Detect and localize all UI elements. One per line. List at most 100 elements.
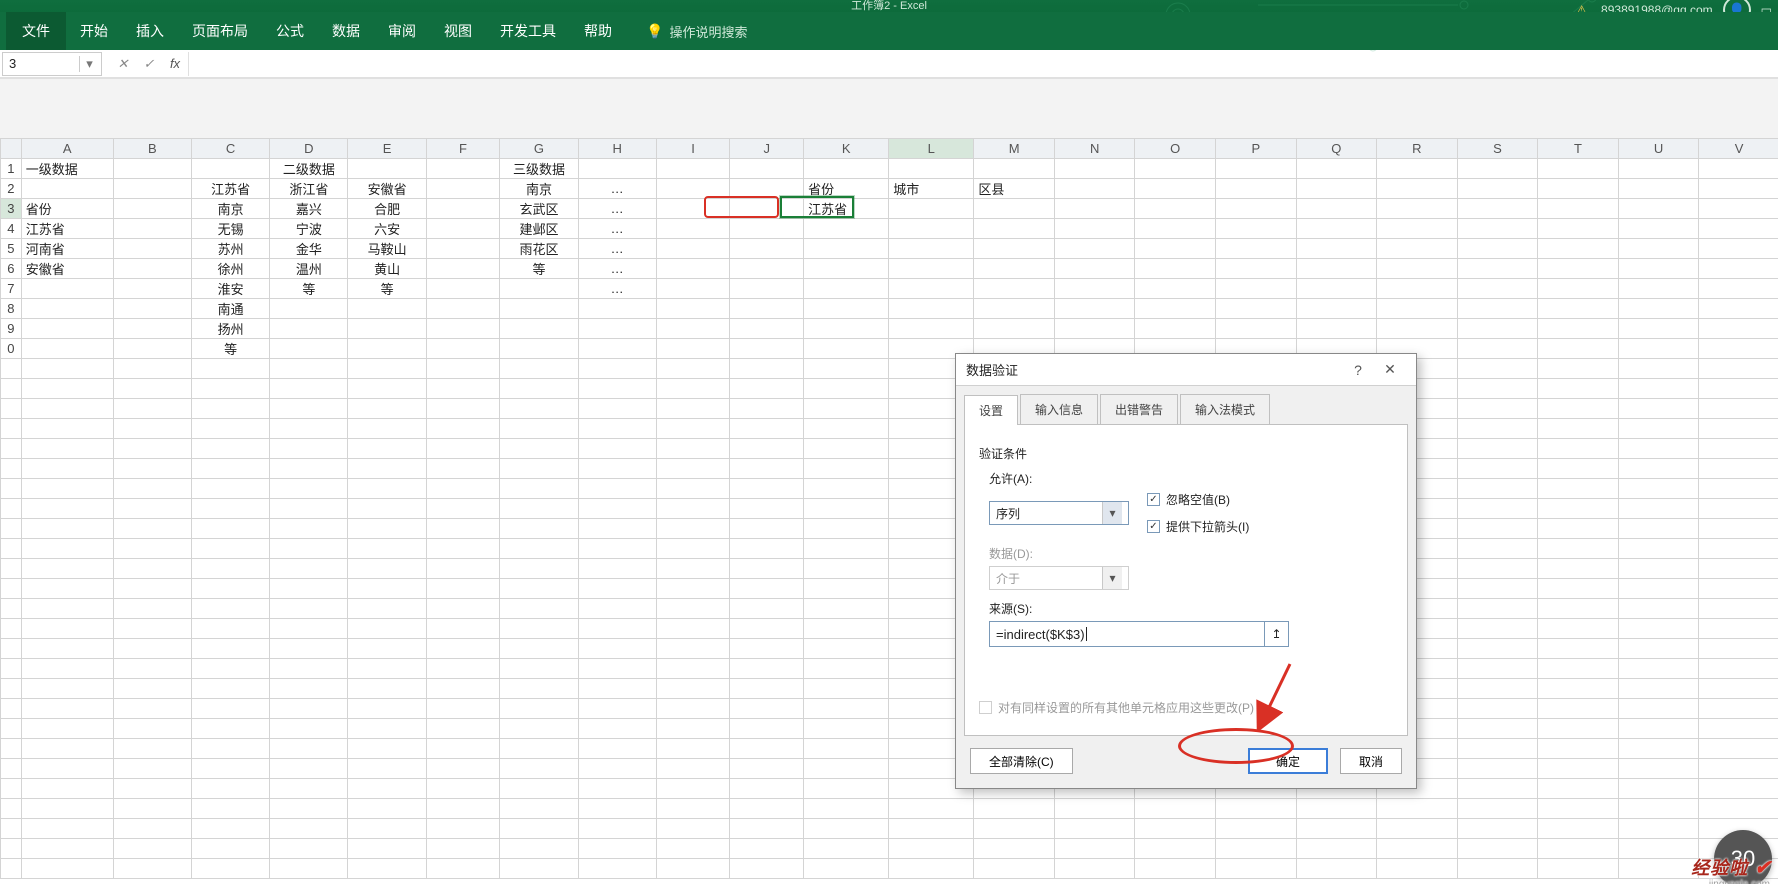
cell-V33[interactable] [1699,799,1778,819]
cell-A3[interactable]: 省份 [21,199,113,219]
cell-I5[interactable] [656,239,730,259]
cell-D36[interactable] [270,859,348,879]
cell-T31[interactable] [1538,759,1619,779]
cell-T21[interactable] [1538,559,1619,579]
row-header-4[interactable]: 4 [1,219,22,239]
cell-T14[interactable] [1538,419,1619,439]
cell-I31[interactable] [656,759,730,779]
cell-S3[interactable] [1457,199,1538,219]
cell-D20[interactable] [270,539,348,559]
cell-S21[interactable] [1457,559,1538,579]
cell-M4[interactable] [974,219,1055,239]
cell-U30[interactable] [1618,739,1699,759]
cell-F2[interactable] [426,179,500,199]
row-header-21[interactable] [1,559,22,579]
cell-H34[interactable] [578,819,656,839]
cell-G26[interactable] [500,659,578,679]
cell-J14[interactable] [730,419,804,439]
column-header-J[interactable]: J [730,139,804,159]
cell-E32[interactable] [348,779,426,799]
cell-R34[interactable] [1377,819,1458,839]
cell-J31[interactable] [730,759,804,779]
cell-H4[interactable]: … [578,219,656,239]
cell-M36[interactable] [974,859,1055,879]
tell-me-group[interactable]: 💡 操作说明搜索 [646,22,747,41]
cell-E7[interactable]: 等 [348,279,426,299]
cell-U8[interactable] [1618,299,1699,319]
tab-insert[interactable]: 插入 [122,12,178,50]
cell-I4[interactable] [656,219,730,239]
cell-I13[interactable] [656,399,730,419]
range-picker-button[interactable]: ↥ [1265,621,1289,647]
cell-A25[interactable] [21,639,113,659]
cell-N35[interactable] [1054,839,1135,859]
tab-file[interactable]: 文件 [6,12,66,50]
cell-C5[interactable]: 苏州 [191,239,269,259]
cell-H6[interactable]: … [578,259,656,279]
row-header-25[interactable] [1,639,22,659]
cell-V18[interactable] [1699,499,1778,519]
cell-J11[interactable] [730,359,804,379]
cell-I33[interactable] [656,799,730,819]
cell-G34[interactable] [500,819,578,839]
cell-A26[interactable] [21,659,113,679]
cell-E27[interactable] [348,679,426,699]
cell-J34[interactable] [730,819,804,839]
cell-V30[interactable] [1699,739,1778,759]
cell-S12[interactable] [1457,379,1538,399]
cell-Q9[interactable] [1296,319,1377,339]
row-header-5[interactable]: 5 [1,239,22,259]
cell-K14[interactable] [804,419,889,439]
cell-B31[interactable] [113,759,191,779]
cell-I26[interactable] [656,659,730,679]
cell-D25[interactable] [270,639,348,659]
cell-V16[interactable] [1699,459,1778,479]
cell-U33[interactable] [1618,799,1699,819]
column-header-G[interactable]: G [500,139,578,159]
row-header-32[interactable] [1,779,22,799]
cell-H10[interactable] [578,339,656,359]
cell-H30[interactable] [578,739,656,759]
tab-page-layout[interactable]: 页面布局 [178,12,262,50]
cell-T11[interactable] [1538,359,1619,379]
cell-A12[interactable] [21,379,113,399]
cell-B24[interactable] [113,619,191,639]
cell-S33[interactable] [1457,799,1538,819]
cell-T29[interactable] [1538,719,1619,739]
cell-Q4[interactable] [1296,219,1377,239]
cell-I29[interactable] [656,719,730,739]
cell-L7[interactable] [889,279,974,299]
cell-U29[interactable] [1618,719,1699,739]
cell-D26[interactable] [270,659,348,679]
cell-N3[interactable] [1054,199,1135,219]
cell-E16[interactable] [348,459,426,479]
cell-D7[interactable]: 等 [270,279,348,299]
cell-K29[interactable] [804,719,889,739]
cell-K26[interactable] [804,659,889,679]
cell-B26[interactable] [113,659,191,679]
cell-J20[interactable] [730,539,804,559]
cell-H29[interactable] [578,719,656,739]
cell-S17[interactable] [1457,479,1538,499]
cell-U25[interactable] [1618,639,1699,659]
confirm-entry-icon[interactable]: ✓ [136,56,162,72]
cell-P9[interactable] [1216,319,1297,339]
cell-D31[interactable] [270,759,348,779]
cell-S9[interactable] [1457,319,1538,339]
cell-G22[interactable] [500,579,578,599]
cell-A13[interactable] [21,399,113,419]
cell-B19[interactable] [113,519,191,539]
cell-H7[interactable]: … [578,279,656,299]
cell-U18[interactable] [1618,499,1699,519]
cell-C4[interactable]: 无锡 [191,219,269,239]
cell-T18[interactable] [1538,499,1619,519]
cell-I27[interactable] [656,679,730,699]
cell-R9[interactable] [1377,319,1458,339]
cell-T5[interactable] [1538,239,1619,259]
cell-I7[interactable] [656,279,730,299]
column-header-B[interactable]: B [113,139,191,159]
cell-C7[interactable]: 淮安 [191,279,269,299]
cell-O7[interactable] [1135,279,1216,299]
cell-V25[interactable] [1699,639,1778,659]
tab-home[interactable]: 开始 [66,12,122,50]
